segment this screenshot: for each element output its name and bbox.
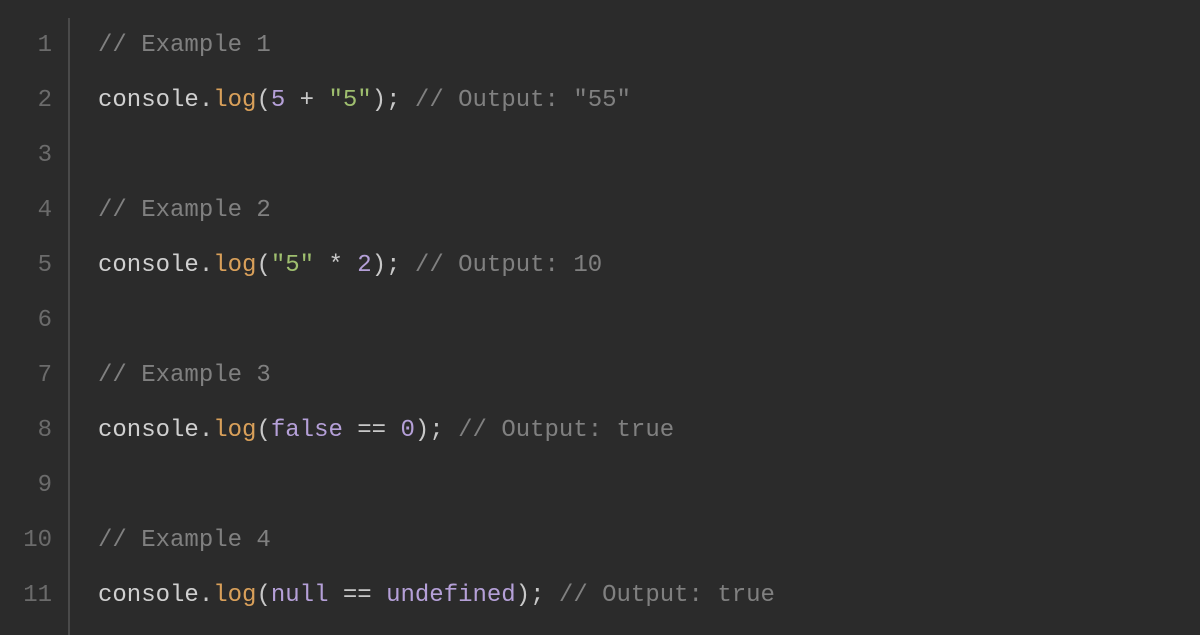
line-number: 4 (0, 183, 52, 238)
code-token: . (199, 417, 213, 444)
code-token: 2 (357, 252, 371, 279)
code-token: console (98, 87, 199, 114)
code-token: // Example 1 (98, 32, 271, 59)
code-line[interactable] (98, 293, 1200, 348)
line-number: 9 (0, 458, 52, 513)
code-token: console (98, 582, 199, 609)
line-number: 8 (0, 403, 52, 458)
line-number: 10 (0, 513, 52, 568)
code-token: log (213, 87, 256, 114)
code-token: ( (256, 252, 270, 279)
line-number-gutter: 1 2 3 4 5 6 7 8 9 10 11 (0, 18, 70, 635)
code-token: false (271, 417, 343, 444)
code-token: ( (256, 417, 270, 444)
code-line[interactable]: console.log(null == undefined); // Outpu… (98, 568, 1200, 623)
code-token: // Output: true (444, 417, 674, 444)
code-token: ); (516, 582, 545, 609)
line-number: 6 (0, 293, 52, 348)
code-token: ( (256, 582, 270, 609)
code-token: console (98, 252, 199, 279)
code-line[interactable] (98, 128, 1200, 183)
line-number: 5 (0, 238, 52, 293)
code-line[interactable]: console.log(false == 0); // Output: true (98, 403, 1200, 458)
code-token: ( (256, 87, 270, 114)
code-token: . (199, 252, 213, 279)
code-token: 0 (400, 417, 414, 444)
line-number: 3 (0, 128, 52, 183)
code-token: console (98, 417, 199, 444)
code-token: . (199, 87, 213, 114)
code-token: // Example 2 (98, 197, 271, 224)
code-line[interactable]: // Example 4 (98, 513, 1200, 568)
code-token: "5" (271, 252, 314, 279)
code-token: "5" (328, 87, 371, 114)
code-line[interactable]: console.log(5 + "5"); // Output: "55" (98, 73, 1200, 128)
code-token: undefined (386, 582, 516, 609)
code-editor[interactable]: 1 2 3 4 5 6 7 8 9 10 11 // Example 1 cons… (0, 18, 1200, 635)
code-token: // Output: true (545, 582, 775, 609)
code-line[interactable]: // Example 2 (98, 183, 1200, 238)
code-line[interactable] (98, 458, 1200, 513)
code-token: // Output: 10 (401, 252, 603, 279)
line-number: 7 (0, 348, 52, 403)
code-line[interactable]: // Example 1 (98, 18, 1200, 73)
code-token: // Example 4 (98, 527, 271, 554)
code-line[interactable]: // Example 3 (98, 348, 1200, 403)
code-token: + (285, 87, 328, 114)
code-token: . (199, 582, 213, 609)
code-token: ); (372, 252, 401, 279)
line-number: 11 (0, 568, 52, 623)
code-token: // Output: "55" (401, 87, 631, 114)
code-token: log (213, 582, 256, 609)
code-token: log (213, 417, 256, 444)
code-token: // Example 3 (98, 362, 271, 389)
code-token: 5 (271, 87, 285, 114)
code-line[interactable]: console.log("5" * 2); // Output: 10 (98, 238, 1200, 293)
line-number: 2 (0, 73, 52, 128)
code-token: == (328, 582, 386, 609)
code-token: null (271, 582, 329, 609)
code-token: * (314, 252, 357, 279)
line-number: 1 (0, 18, 52, 73)
code-area[interactable]: // Example 1console.log(5 + "5"); // Out… (70, 18, 1200, 635)
code-token: == (343, 417, 401, 444)
code-token: log (213, 252, 256, 279)
code-token: ); (415, 417, 444, 444)
code-token: ); (372, 87, 401, 114)
